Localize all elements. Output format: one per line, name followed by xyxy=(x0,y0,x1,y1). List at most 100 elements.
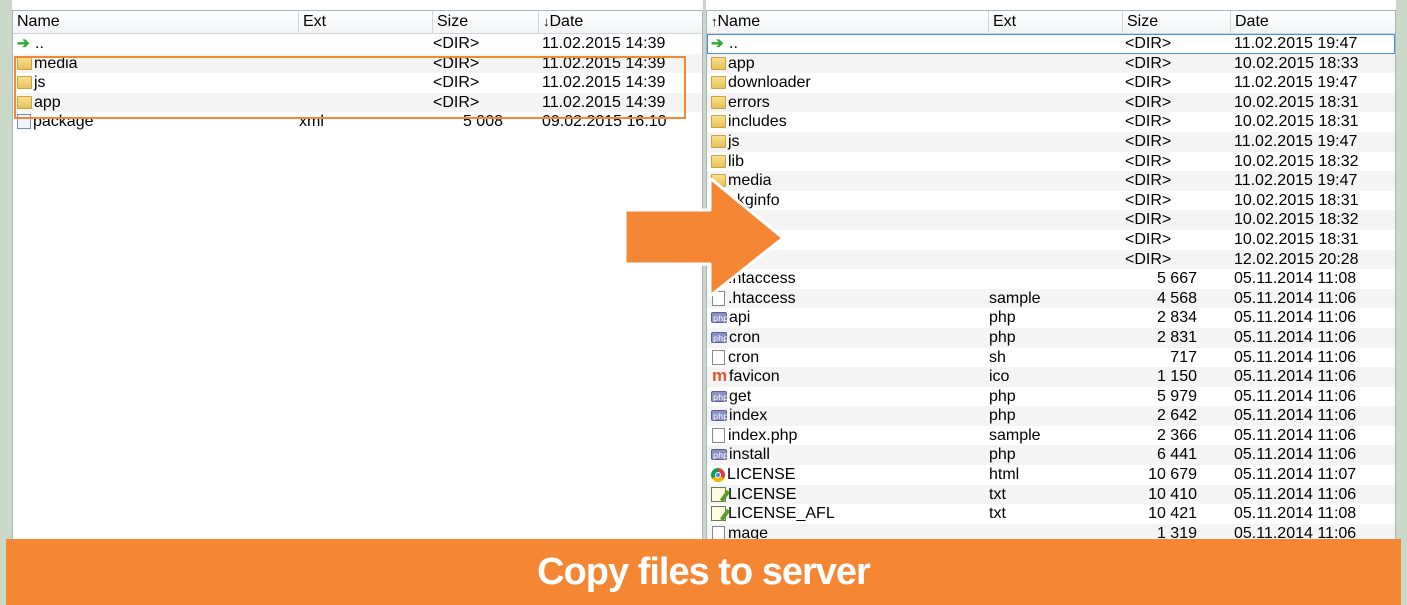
right-file-row[interactable]: <DIR> 10.02.2015 18:31 xyxy=(707,230,1395,250)
file-name: favicon xyxy=(729,368,780,386)
file-name: app xyxy=(728,54,755,72)
file-date: 05.11.2014 11:06 xyxy=(1234,426,1357,444)
php-file-icon xyxy=(711,329,728,347)
file-date: 10.02.2015 18:31 xyxy=(1234,113,1359,131)
file-date: 10.02.2015 18:31 xyxy=(1234,230,1359,248)
file-date: 10.02.2015 18:32 xyxy=(1234,211,1359,229)
file-ext: php xyxy=(989,387,1016,405)
file-ext xyxy=(989,73,1119,92)
left-header-name[interactable]: Name xyxy=(13,11,299,33)
right-gutter xyxy=(1396,0,1407,605)
right-header-ext[interactable]: Ext xyxy=(989,11,1123,33)
php-file-icon xyxy=(711,407,728,425)
right-file-row[interactable]: pkginfo <DIR> 10.02.2015 18:31 xyxy=(707,191,1395,211)
file-ext xyxy=(989,171,1119,190)
file-name-cell: .. xyxy=(15,34,297,53)
right-file-row[interactable]: mage 1 319 05.11.2014 11:06 xyxy=(707,523,1395,539)
file-ext xyxy=(989,230,1119,249)
file-ext xyxy=(989,93,1119,112)
file-icon xyxy=(712,525,725,539)
file-name: cron xyxy=(728,348,760,366)
file-name: .. xyxy=(35,35,44,52)
file-name: LICENSE xyxy=(727,466,796,484)
file-size: <DIR> xyxy=(1125,250,1172,268)
right-file-row[interactable]: cron php 2 831 05.11.2014 11:06 xyxy=(707,327,1395,348)
right-header-date-label: Date xyxy=(1235,13,1269,30)
file-ext: sh xyxy=(989,348,1006,366)
file-date: 11.02.2015 19:47 xyxy=(1234,132,1358,150)
right-header-size[interactable]: Size xyxy=(1123,11,1231,33)
file-ext: php xyxy=(989,407,1016,425)
right-file-row[interactable]: favicon ico 1 150 05.11.2014 11:06 xyxy=(707,367,1395,387)
left-header-size[interactable]: Size xyxy=(433,11,539,33)
file-size: 6 441 xyxy=(1156,446,1197,464)
chrome-icon xyxy=(711,467,725,482)
right-file-row[interactable]: lib <DIR> 10.02.2015 18:32 xyxy=(707,152,1395,172)
file-date: 05.11.2014 11:06 xyxy=(1234,485,1357,503)
left-file-row[interactable]: .. <DIR> 11.02.2015 14:39 xyxy=(13,34,702,54)
right-file-row[interactable]: index php 2 642 05.11.2014 11:06 xyxy=(707,406,1395,426)
file-date: 05.11.2014 11:08 xyxy=(1234,270,1357,288)
php-file-icon xyxy=(711,446,728,464)
file-ext xyxy=(989,34,1119,53)
file-name-cell: cron xyxy=(709,348,989,367)
file-name-cell: mage xyxy=(709,524,989,539)
file-date: 10.02.2015 18:33 xyxy=(1234,54,1359,72)
right-file-row[interactable]: get php 5 979 05.11.2014 11:06 xyxy=(707,387,1395,407)
file-ext: php xyxy=(989,446,1016,464)
file-date: 05.11.2014 11:06 xyxy=(1234,446,1357,464)
up-arrow-icon xyxy=(711,34,727,53)
file-size: <DIR> xyxy=(1125,152,1172,170)
right-file-row[interactable]: app <DIR> 10.02.2015 18:33 xyxy=(707,53,1395,74)
right-file-row[interactable]: media <DIR> 11.02.2015 19:47 xyxy=(707,171,1395,191)
file-date: 10.02.2015 18:32 xyxy=(1234,152,1359,170)
file-ext xyxy=(989,250,1119,269)
file-name-cell: errors xyxy=(709,93,989,112)
right-file-row[interactable]: LICENSE txt 10 410 05.11.2014 11:06 xyxy=(707,484,1395,505)
file-name-cell: downloader xyxy=(709,73,989,92)
copy-direction-arrow-icon xyxy=(625,178,785,298)
file-date: 11.02.2015 19:47 xyxy=(1234,35,1358,52)
right-header-date[interactable]: Date xyxy=(1231,11,1395,33)
file-date: 05.11.2014 11:08 xyxy=(1234,505,1357,523)
file-ext: php xyxy=(989,328,1016,346)
left-header-ext[interactable]: Ext xyxy=(299,11,433,33)
selection-highlight xyxy=(14,56,686,119)
right-file-panel[interactable]: ↑Name Ext Size Date .. <DIR> 11.02.2015 19… xyxy=(706,10,1396,540)
right-file-row[interactable]: .. <DIR> 11.02.2015 19:47 xyxy=(707,34,1395,54)
right-file-row[interactable]: downloader <DIR> 11.02.2015 19:47 xyxy=(707,73,1395,93)
caption-text: Copy files to server xyxy=(537,550,871,593)
file-ext: sample xyxy=(989,426,1041,444)
folder-icon xyxy=(711,56,726,70)
left-header-date[interactable]: ↓Date xyxy=(539,11,702,33)
right-file-row[interactable]: api php 2 834 05.11.2014 11:06 xyxy=(707,308,1395,328)
file-size: 10 410 xyxy=(1148,485,1197,503)
right-file-row[interactable]: includes <DIR> 10.02.2015 18:31 xyxy=(707,112,1395,132)
folder-icon xyxy=(711,154,726,168)
file-size: <DIR> xyxy=(1125,74,1172,92)
right-file-row[interactable]: errors <DIR> 10.02.2015 18:31 xyxy=(707,92,1395,113)
file-ext xyxy=(989,132,1119,151)
right-file-row[interactable]: var<DIR>12.02.2015 20:28 xyxy=(707,249,1395,270)
right-file-row[interactable]: <DIR> 10.02.2015 18:32 xyxy=(707,210,1395,230)
right-file-row[interactable]: index.php sample 2 366 05.11.2014 11:06 xyxy=(707,426,1395,446)
right-header-name[interactable]: ↑Name xyxy=(707,11,989,33)
file-ext: txt xyxy=(989,505,1006,523)
right-file-row[interactable]: js <DIR> 11.02.2015 19:47 xyxy=(707,131,1395,152)
right-file-row[interactable]: LICENSE_AFL txt 10 421 05.11.2014 11:08 xyxy=(707,504,1395,524)
magento-icon xyxy=(711,367,727,385)
file-size: <DIR> xyxy=(1125,35,1172,52)
right-file-row[interactable]: .htaccess 5 667 05.11.2014 11:08 xyxy=(707,269,1395,289)
file-date: 05.11.2014 11:06 xyxy=(1234,387,1357,405)
file-date: 05.11.2014 11:06 xyxy=(1234,289,1357,307)
file-size: <DIR> xyxy=(1125,113,1172,131)
text-file-icon xyxy=(711,506,726,522)
folder-icon xyxy=(711,76,726,90)
right-file-row[interactable]: .htaccess sample 4 568 05.11.2014 11:06 xyxy=(707,288,1395,309)
right-file-row[interactable]: install php 6 441 05.11.2014 11:06 xyxy=(707,445,1395,466)
file-size: <DIR> xyxy=(1125,211,1172,229)
file-ext xyxy=(989,152,1119,171)
file-name-cell: LICENSE_AFL xyxy=(709,504,989,523)
right-file-row[interactable]: LICENSE html 10 679 05.11.2014 11:07 xyxy=(707,465,1395,485)
right-file-row[interactable]: cron sh 717 05.11.2014 11:06 xyxy=(707,348,1395,368)
